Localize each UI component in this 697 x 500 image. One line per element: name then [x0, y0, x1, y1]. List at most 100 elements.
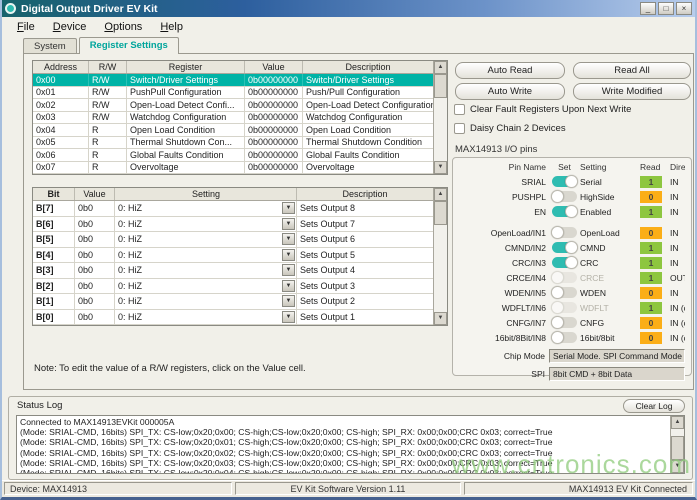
- pin-setting-label: Enabled: [580, 207, 640, 217]
- pin-read-value: 1: [640, 242, 662, 254]
- menu-item-file[interactable]: File: [8, 19, 44, 35]
- dropdown-arrow-icon[interactable]: ▼: [282, 202, 295, 214]
- pin-toggle[interactable]: [552, 257, 577, 268]
- dropdown-arrow-icon[interactable]: ▼: [282, 311, 295, 323]
- scrollbar-track[interactable]: [671, 429, 684, 460]
- scrollbar-thumb[interactable]: [434, 201, 447, 225]
- dropdown-arrow-icon[interactable]: ▼: [282, 218, 295, 230]
- bit-setting-dropdown[interactable]: 0: HiZ▼: [115, 217, 297, 232]
- bit-table-scrollbar[interactable]: ▲ ▼: [433, 188, 447, 325]
- pin-direction-label: IN (don't care): [670, 303, 685, 313]
- menu-item-options[interactable]: Options: [95, 19, 151, 35]
- pin-toggle-cell: [549, 227, 580, 238]
- toggle-knob-icon: [551, 226, 564, 239]
- bit-row: B[1]0b00: HiZ▼Sets Output 2: [33, 294, 433, 310]
- bit-cell-value: 0b0: [75, 232, 115, 247]
- maximize-button-icon[interactable]: □: [658, 2, 674, 15]
- status-log-scrollbar[interactable]: ▲ ▼: [670, 416, 684, 473]
- bit-setting-dropdown[interactable]: 0: HiZ▼: [115, 279, 297, 294]
- bit-setting-dropdown[interactable]: 0: HiZ▼: [115, 263, 297, 278]
- register-row[interactable]: 0x04ROpen Load Condition0b00000000Open L…: [33, 124, 433, 137]
- bit-row: B[6]0b00: HiZ▼Sets Output 7: [33, 217, 433, 233]
- clear-fault-checkbox[interactable]: Clear Fault Registers Upon Next Write: [454, 104, 631, 115]
- scrollbar-track[interactable]: [434, 74, 447, 161]
- toggle-knob-icon: [565, 241, 578, 254]
- register-cell: 0b00000000: [245, 74, 303, 86]
- scrollbar-thumb[interactable]: [434, 74, 447, 98]
- daisy-chain-checkbox[interactable]: Daisy Chain 2 Devices: [454, 123, 566, 134]
- scroll-down-arrow-icon[interactable]: ▼: [434, 312, 447, 325]
- pin-toggle[interactable]: [552, 317, 577, 328]
- register-cell: 0b00000000: [245, 149, 303, 161]
- register-row[interactable]: 0x05RThermal Shutdown Con...0b00000000Th…: [33, 137, 433, 150]
- register-table-scrollbar[interactable]: ▲ ▼: [433, 61, 447, 174]
- dropdown-arrow-icon[interactable]: ▼: [282, 295, 295, 307]
- io-pins-group: Pin NameSetSettingReadDirection SRIALSer…: [452, 157, 692, 376]
- pin-toggle[interactable]: [552, 242, 577, 253]
- pin-toggle[interactable]: [552, 191, 577, 202]
- bit-row: B[0]0b00: HiZ▼Sets Output 1: [33, 310, 433, 326]
- status-log-box[interactable]: Connected to MAX14913EVKit 000005A(Mode:…: [16, 415, 685, 474]
- pin-toggle[interactable]: [552, 272, 577, 283]
- pin-name-label: OpenLoad/IN1: [457, 228, 549, 238]
- dropdown-arrow-icon[interactable]: ▼: [282, 280, 295, 292]
- register-column-header: R/W: [89, 61, 127, 73]
- register-cell: Thermal Shutdown Con...: [127, 137, 245, 149]
- register-cell: 0b00000000: [245, 162, 303, 174]
- tab-strip: SystemRegister Settings: [23, 37, 181, 53]
- auto-read-button[interactable]: Auto Read: [455, 62, 565, 79]
- log-line: (Mode: SRIAL-CMD, 16bits) SPI_TX: CS-low…: [20, 448, 667, 458]
- auto-write-button[interactable]: Auto Write: [455, 83, 565, 100]
- bit-cell-value: 0b0: [75, 294, 115, 309]
- dropdown-arrow-icon[interactable]: ▼: [282, 264, 295, 276]
- menu-item-device[interactable]: Device: [44, 19, 96, 35]
- pin-toggle[interactable]: [552, 176, 577, 187]
- pin-toggle-cell: [549, 176, 580, 187]
- minimize-button-icon[interactable]: _: [640, 2, 656, 15]
- pin-direction-label: IN (don't care): [670, 333, 685, 343]
- scroll-up-arrow-icon[interactable]: ▲: [434, 61, 447, 74]
- register-row[interactable]: 0x01R/WPushPull Configuration0b00000000P…: [33, 87, 433, 100]
- pin-toggle[interactable]: [552, 302, 577, 313]
- register-cell: 0b00000000: [245, 99, 303, 111]
- scroll-down-arrow-icon[interactable]: ▼: [434, 161, 447, 174]
- read-all-button[interactable]: Read All: [573, 62, 691, 79]
- write-modified-button[interactable]: Write Modified: [573, 83, 691, 100]
- tab-register-settings[interactable]: Register Settings: [79, 37, 179, 54]
- checkbox-icon[interactable]: [454, 123, 465, 134]
- close-button-icon[interactable]: ×: [676, 2, 692, 15]
- pin-toggle[interactable]: [552, 206, 577, 217]
- dropdown-arrow-icon[interactable]: ▼: [282, 233, 295, 245]
- tab-system[interactable]: System: [23, 38, 77, 53]
- register-cell: Thermal Shutdown Condition: [303, 137, 433, 149]
- pin-read-cell: 0: [640, 332, 670, 344]
- pin-toggle[interactable]: [552, 332, 577, 343]
- clear-log-button[interactable]: Clear Log: [623, 399, 685, 413]
- bit-setting-dropdown[interactable]: 0: HiZ▼: [115, 310, 297, 325]
- register-row[interactable]: 0x03R/WWatchdog Configuration0b00000000W…: [33, 112, 433, 125]
- chip-mode-label: Chip Mode: [457, 351, 549, 361]
- pin-toggle[interactable]: [552, 287, 577, 298]
- pin-setting-label: CRCE: [580, 273, 640, 283]
- scroll-up-arrow-icon[interactable]: ▲: [434, 188, 447, 201]
- menu-item-help[interactable]: Help: [151, 19, 192, 35]
- scrollbar-thumb[interactable]: [671, 436, 684, 460]
- checkbox-icon[interactable]: [454, 104, 465, 115]
- bit-setting-dropdown[interactable]: 0: HiZ▼: [115, 232, 297, 247]
- bit-setting-dropdown[interactable]: 0: HiZ▼: [115, 294, 297, 309]
- register-row[interactable]: 0x00R/WSwitch/Driver Settings0b00000000S…: [33, 74, 433, 87]
- dropdown-arrow-icon[interactable]: ▼: [282, 249, 295, 261]
- bit-setting-value: 0: HiZ: [118, 219, 282, 229]
- register-row[interactable]: 0x02R/WOpen-Load Detect Confi...0b000000…: [33, 99, 433, 112]
- scroll-up-arrow-icon[interactable]: ▲: [671, 416, 684, 429]
- bit-setting-dropdown[interactable]: 0: HiZ▼: [115, 248, 297, 263]
- scrollbar-track[interactable]: [434, 201, 447, 312]
- register-row[interactable]: 0x07ROvervoltage0b00000000Overvoltage: [33, 162, 433, 175]
- scroll-down-arrow-icon[interactable]: ▼: [671, 460, 684, 473]
- bit-setting-dropdown[interactable]: 0: HiZ▼: [115, 201, 297, 216]
- register-cell: R/W: [89, 74, 127, 86]
- pin-toggle[interactable]: [552, 227, 577, 238]
- pin-read-value: 0: [640, 332, 662, 344]
- register-row[interactable]: 0x06RGlobal Faults Condition0b00000000Gl…: [33, 149, 433, 162]
- pin-read-value: 0: [640, 317, 662, 329]
